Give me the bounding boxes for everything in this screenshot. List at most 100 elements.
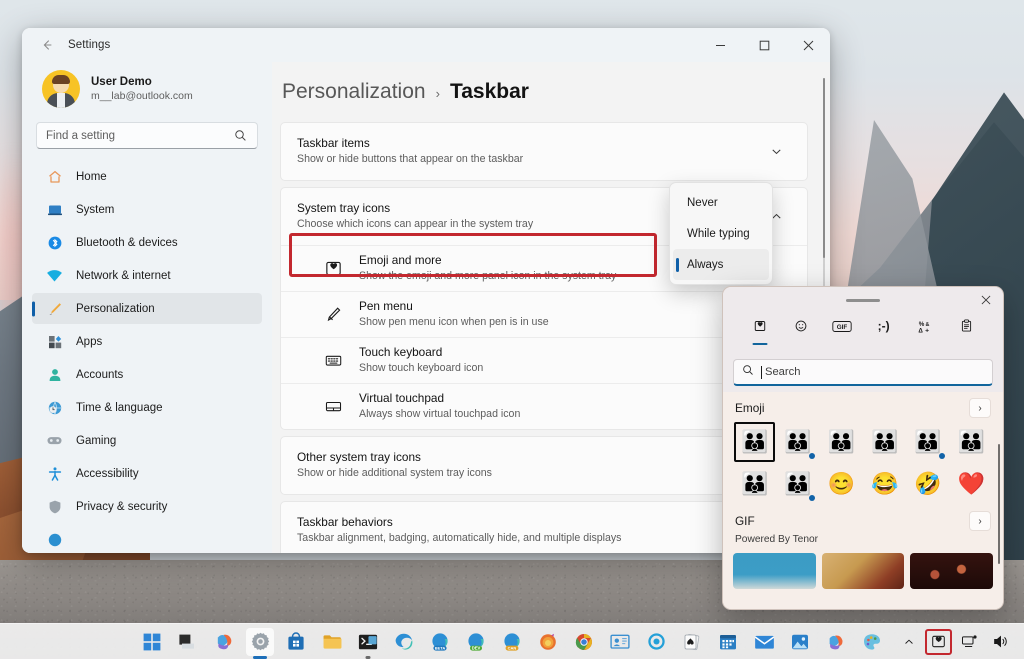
maximize-button[interactable] bbox=[742, 28, 786, 62]
emoji-cell[interactable]: 😊 bbox=[820, 463, 863, 505]
emoji-cell[interactable]: 😂 bbox=[863, 463, 906, 505]
sidebar-item-accounts[interactable]: Accounts bbox=[32, 359, 262, 390]
dropdown-option-while-typing[interactable]: While typing bbox=[673, 218, 769, 249]
tray-volume-button[interactable] bbox=[987, 629, 1014, 655]
sidebar-item-bluetooth-devices[interactable]: Bluetooth & devices bbox=[32, 227, 262, 258]
emoji-cell[interactable]: 👪 bbox=[820, 421, 863, 463]
chevron-down-icon[interactable] bbox=[761, 145, 791, 158]
sidebar-item-accessibility[interactable]: Accessibility bbox=[32, 458, 262, 489]
sidebar-item-label: Personalization bbox=[76, 302, 155, 315]
emoji-cell[interactable]: 🤣 bbox=[906, 463, 949, 505]
breadcrumb-parent[interactable]: Personalization bbox=[282, 80, 426, 104]
dropdown-option-always[interactable]: Always bbox=[673, 249, 769, 280]
dropdown-option-never[interactable]: Never bbox=[673, 187, 769, 218]
office-button[interactable] bbox=[822, 628, 850, 656]
emoji-cell[interactable]: 👪 bbox=[906, 421, 949, 463]
gif-section-more-button[interactable]: › bbox=[969, 511, 991, 531]
search-input[interactable] bbox=[46, 129, 234, 142]
recent-tab[interactable] bbox=[739, 315, 780, 349]
sidebar-item-privacy-security[interactable]: Privacy & security bbox=[32, 491, 262, 522]
sidebar-item-personalization[interactable]: Personalization bbox=[32, 293, 262, 325]
sidebar-item-network-internet[interactable]: Network & internet bbox=[32, 260, 262, 291]
card-header-taskbar-items[interactable]: Taskbar items Show or hide buttons that … bbox=[281, 123, 807, 180]
emoji-cell[interactable]: 👪 bbox=[776, 421, 819, 463]
start-button[interactable] bbox=[138, 628, 166, 656]
close-button[interactable] bbox=[786, 28, 830, 62]
sidebar-item-system[interactable]: System bbox=[32, 194, 262, 225]
emoji-cell[interactable]: 👪 bbox=[863, 421, 906, 463]
update-icon bbox=[46, 531, 63, 548]
tray-emoji-button[interactable] bbox=[925, 628, 952, 655]
chrome-button[interactable] bbox=[570, 628, 598, 656]
emoji-search-input[interactable]: Search bbox=[765, 366, 800, 378]
tray-overflow-button[interactable] bbox=[897, 629, 921, 655]
kaomoji-tab[interactable]: ;-) bbox=[863, 315, 904, 349]
gif-thumb-3[interactable] bbox=[910, 553, 994, 589]
gif-thumb-2[interactable] bbox=[821, 553, 905, 589]
edge-canary-button[interactable]: CAN bbox=[498, 628, 526, 656]
cortana-button[interactable] bbox=[642, 628, 670, 656]
solitaire-button[interactable] bbox=[678, 628, 706, 656]
window-titlebar: Settings bbox=[22, 28, 830, 62]
emoji-section-more-button[interactable]: › bbox=[969, 398, 991, 418]
clipboard-tab[interactable] bbox=[946, 315, 987, 349]
card-subtitle: Show or hide buttons that appear on the … bbox=[297, 153, 524, 166]
gif-thumb-1[interactable] bbox=[733, 553, 816, 589]
skin-tone-dot bbox=[938, 453, 945, 459]
emoji-cell[interactable]: 👪 bbox=[950, 421, 993, 463]
sidebar-item-label: System bbox=[76, 203, 115, 216]
firefox-button[interactable] bbox=[534, 628, 562, 656]
recent-icon bbox=[753, 317, 767, 335]
tray-network-button[interactable] bbox=[956, 629, 983, 655]
sidebar-item-label: Bluetooth & devices bbox=[76, 236, 178, 249]
gif-tab[interactable]: GIF bbox=[822, 315, 863, 349]
sidebar-item-time-language[interactable]: Time & language bbox=[32, 392, 262, 423]
symbols-tab[interactable]: % & Δ + bbox=[904, 315, 945, 349]
edge-button[interactable] bbox=[390, 628, 418, 656]
accessibility-icon bbox=[46, 465, 63, 482]
remote-desktop-button[interactable] bbox=[606, 628, 634, 656]
task-view-button[interactable] bbox=[174, 628, 202, 656]
svg-text:+: + bbox=[925, 327, 929, 334]
photos-button[interactable] bbox=[786, 628, 814, 656]
pen-icon bbox=[321, 305, 345, 324]
wifi-icon bbox=[46, 267, 63, 284]
emoji-glyph: 👪 bbox=[740, 429, 769, 454]
gif-powered-by-label: Powered By Tenor bbox=[735, 534, 819, 545]
svg-text:Δ: Δ bbox=[918, 327, 923, 334]
account-block[interactable]: User Demo m__lab@outlook.com bbox=[32, 62, 262, 118]
account-icon bbox=[46, 366, 63, 383]
home-icon bbox=[46, 168, 63, 185]
emoji-cell[interactable]: 👪 bbox=[733, 463, 776, 505]
sidebar-item-partial[interactable] bbox=[32, 524, 262, 553]
emoji-cell[interactable]: 👪 bbox=[776, 463, 819, 505]
sidebar-item-gaming[interactable]: Gaming bbox=[32, 425, 262, 456]
minimize-button[interactable] bbox=[698, 28, 742, 62]
emoji-panel-close-icon[interactable] bbox=[969, 287, 1003, 313]
microsoft-store-button[interactable] bbox=[282, 628, 310, 656]
emoji-search-box[interactable]: Search bbox=[733, 359, 993, 386]
emoji-cell[interactable]: 👪 bbox=[733, 421, 776, 463]
terminal-button[interactable] bbox=[354, 628, 382, 656]
emoji-panel-scrollbar[interactable] bbox=[998, 444, 1000, 564]
settings-button[interactable] bbox=[246, 627, 274, 656]
sidebar-item-home[interactable]: Home bbox=[32, 161, 262, 192]
calendar-button[interactable] bbox=[714, 628, 742, 656]
sidebar-item-apps[interactable]: Apps bbox=[32, 326, 262, 357]
main-scrollbar-thumb[interactable] bbox=[823, 78, 825, 258]
mail-button[interactable] bbox=[750, 628, 778, 656]
card-title: Taskbar behaviors bbox=[297, 514, 393, 529]
edge-dev-button[interactable]: DEV bbox=[462, 628, 490, 656]
gif-thumbnail-row bbox=[733, 549, 994, 589]
window-title: Settings bbox=[68, 39, 111, 51]
file-explorer-button[interactable] bbox=[318, 628, 346, 656]
drag-handle[interactable] bbox=[846, 298, 880, 302]
emoji-glyph: 😂 bbox=[870, 471, 899, 496]
search-box[interactable] bbox=[36, 122, 258, 150]
emoji-tab[interactable] bbox=[780, 315, 821, 349]
copilot-button[interactable] bbox=[210, 628, 238, 656]
emoji-cell[interactable]: ❤️ bbox=[950, 463, 993, 505]
back-button[interactable] bbox=[32, 32, 62, 58]
edge-beta-button[interactable]: BETA bbox=[426, 628, 454, 656]
paint-button[interactable] bbox=[858, 628, 886, 656]
